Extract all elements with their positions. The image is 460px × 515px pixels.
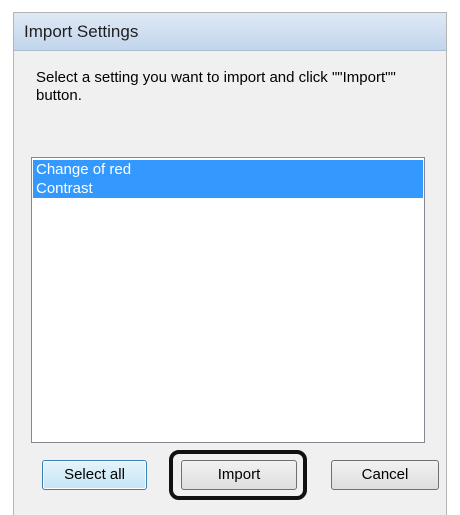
import-button-highlight <box>169 450 307 500</box>
import-settings-dialog: Import Settings Select a setting you wan… <box>13 12 447 515</box>
cancel-button[interactable]: Cancel <box>331 460 439 490</box>
settings-listbox[interactable]: Change of red Contrast <box>31 157 425 443</box>
dialog-title: Import Settings <box>24 22 139 41</box>
list-item-contrast[interactable]: Contrast <box>33 179 423 198</box>
title-bar: Import Settings <box>14 13 446 51</box>
instructions-text: Select a setting you want to import and … <box>36 69 396 104</box>
select-all-button[interactable]: Select all <box>42 460 147 490</box>
list-item-change-of-red[interactable]: Change of red <box>33 160 423 179</box>
